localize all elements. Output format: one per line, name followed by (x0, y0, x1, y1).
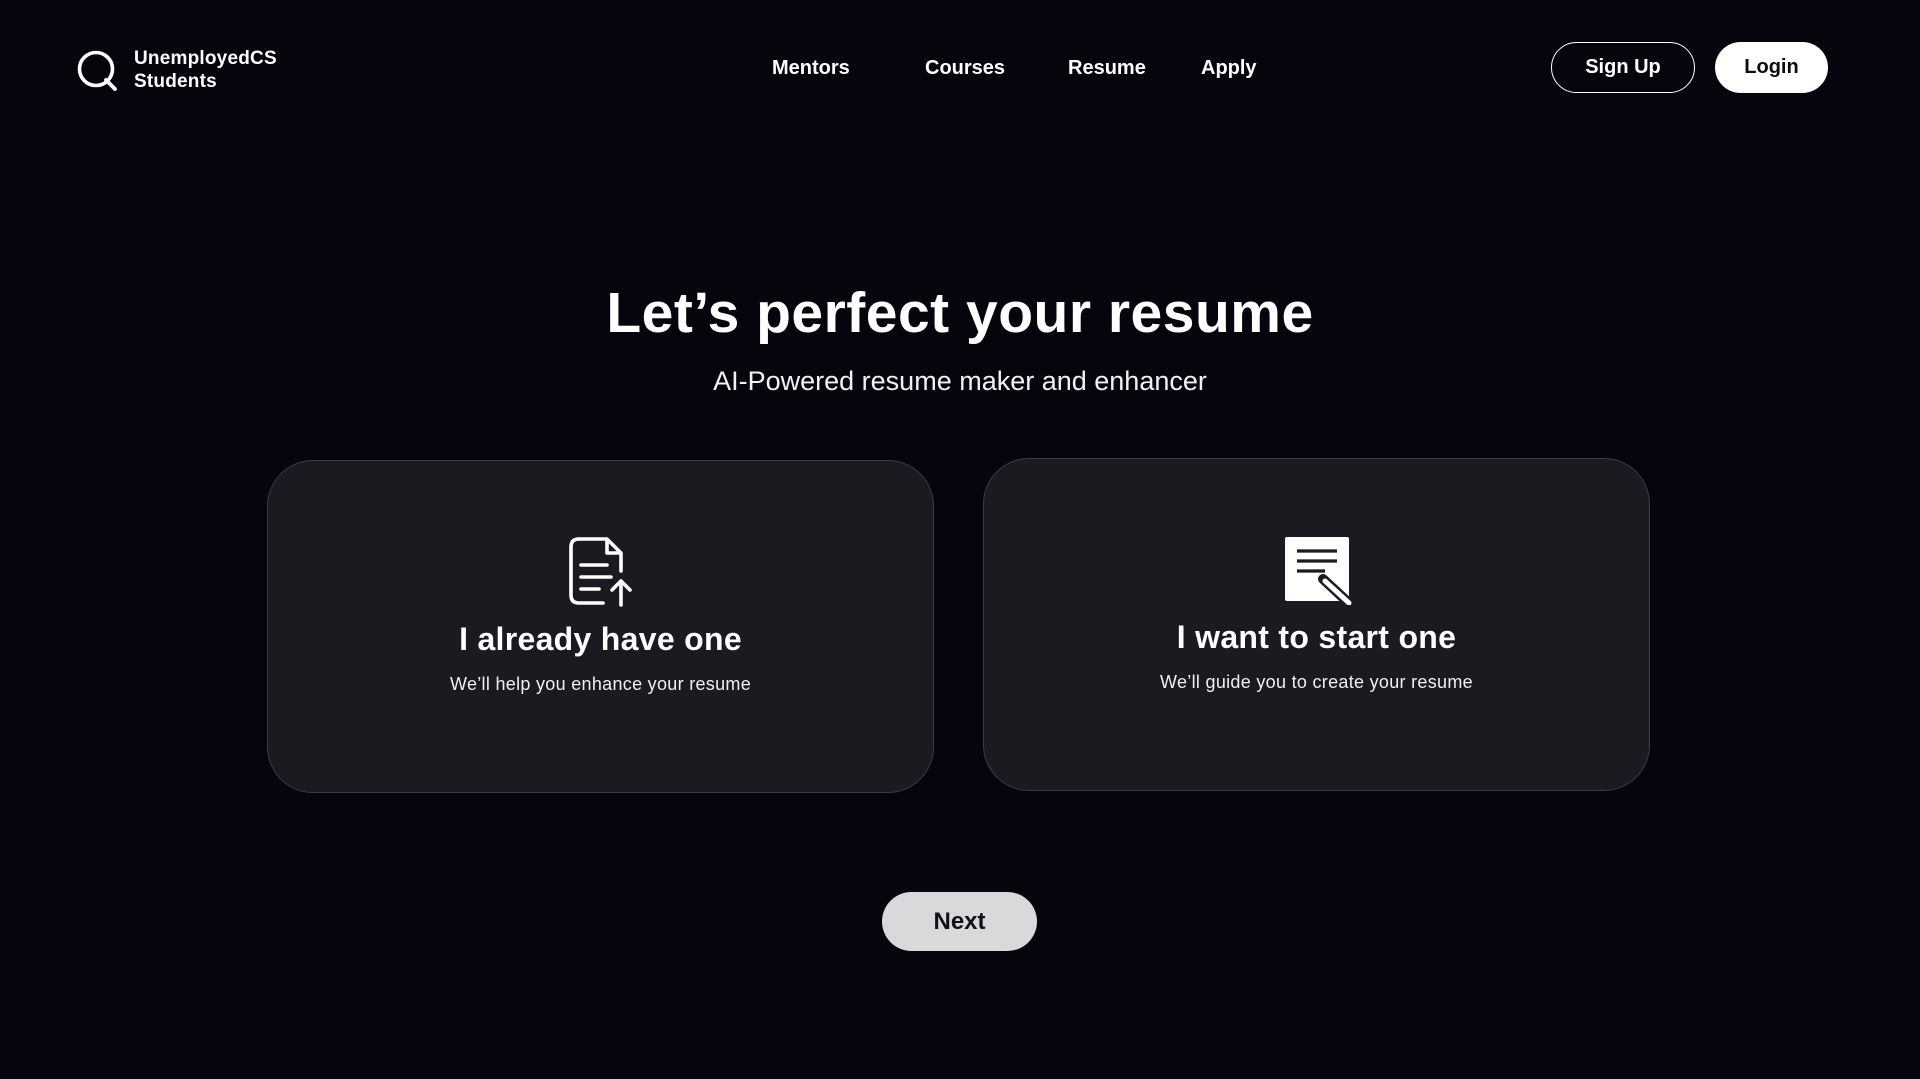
brand-name: UnemployedCS Students (134, 47, 277, 93)
document-upload-icon (568, 537, 632, 607)
nav-link-mentors[interactable]: Mentors (772, 57, 850, 80)
option-description: We’ll help you enhance your resume (449, 674, 752, 694)
document-edit-icon (1284, 537, 1353, 605)
brand-name-line2: Students (134, 71, 217, 92)
brand-logo[interactable]: UnemployedCS Students (76, 47, 277, 93)
option-card-existing-resume[interactable]: I already have one We’ll help you enhanc… (267, 460, 934, 793)
option-card-new-resume[interactable]: I want to start one We’ll guide you to c… (983, 458, 1650, 791)
login-button[interactable]: Login (1715, 42, 1828, 93)
option-title: I already have one (459, 621, 742, 657)
brand-name-line1: UnemployedCS (134, 48, 277, 69)
sign-up-button[interactable]: Sign Up (1551, 42, 1695, 93)
nav-link-resume[interactable]: Resume (1068, 57, 1146, 80)
nav-link-courses[interactable]: Courses (925, 57, 1005, 80)
resume-start-page: UnemployedCS Students Mentors Courses Re… (0, 0, 1920, 1079)
page-title: Let’s perfect your resume (606, 281, 1314, 345)
option-description: We’ll guide you to create your resume (1160, 672, 1473, 692)
magnifier-ring-icon (77, 50, 117, 91)
option-title: I want to start one (1176, 619, 1457, 655)
next-button[interactable]: Next (882, 892, 1037, 951)
page-subtitle: AI-Powered resume maker and enhancer (713, 366, 1207, 396)
nav-link-apply[interactable]: Apply (1201, 57, 1257, 80)
